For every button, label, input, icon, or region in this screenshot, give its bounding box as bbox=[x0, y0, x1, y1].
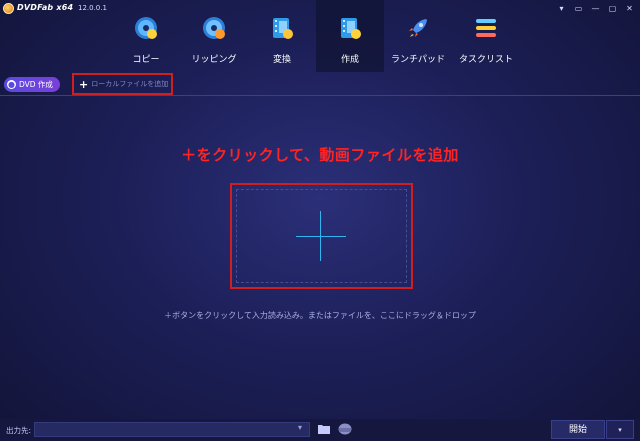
add-plus-icon-vertical[interactable] bbox=[320, 211, 321, 261]
close-icon[interactable]: ✕ bbox=[623, 3, 636, 14]
tab-launchpad[interactable]: ランチパッド bbox=[384, 0, 452, 72]
add-local-file-label: ローカルファイルを追加 bbox=[91, 80, 169, 88]
drop-hint-text: ＋ボタンをクリックして入力読み込み。またはファイルを、ここにドラッグ＆ドロップ bbox=[164, 311, 476, 320]
plus-icon: + bbox=[79, 77, 89, 91]
start-dropdown-icon[interactable]: ▾ bbox=[606, 420, 634, 439]
tab-label: 変換 bbox=[272, 55, 291, 65]
minimize-icon[interactable]: — bbox=[589, 3, 602, 14]
tab-label: ランチパッド bbox=[390, 55, 445, 65]
task-list-icon bbox=[476, 19, 496, 37]
dvd-create-label: DVD 作成 bbox=[19, 80, 53, 89]
iso-disc-icon[interactable] bbox=[338, 423, 352, 435]
dvd-create-button[interactable]: ● DVD 作成 bbox=[4, 77, 60, 92]
copy-disc-icon bbox=[135, 17, 157, 39]
tab-label: コピー bbox=[132, 55, 160, 65]
ripper-disc-icon bbox=[203, 17, 225, 39]
tab-label: 作成 bbox=[340, 55, 359, 65]
dvdfab-logo-icon bbox=[3, 3, 14, 14]
tab-copy[interactable]: コピー bbox=[112, 0, 180, 72]
maximize-icon[interactable]: ▢ bbox=[606, 3, 619, 14]
output-label: 出力先: bbox=[6, 426, 32, 435]
tab-converter[interactable]: 変換 bbox=[248, 0, 316, 72]
converter-film-icon bbox=[273, 18, 293, 39]
output-path-field[interactable] bbox=[34, 422, 310, 437]
window-controls: ▾ ▭ — ▢ ✕ bbox=[555, 3, 636, 14]
start-button[interactable]: 開始 bbox=[551, 420, 605, 439]
settings-icon[interactable]: ▭ bbox=[572, 3, 585, 14]
app-name: DVDFab x64 bbox=[17, 3, 74, 12]
instruction-text: ＋をクリックして、動画ファイルを追加 bbox=[181, 146, 459, 164]
tab-creator[interactable]: 作成 bbox=[316, 0, 384, 72]
module-tabs: コピー リッピング 変換 作成 ランチパッド タスクリスト bbox=[112, 0, 520, 72]
folder-icon[interactable] bbox=[318, 424, 330, 434]
tab-label: タスクリスト bbox=[458, 55, 513, 65]
add-plus-icon-horizontal[interactable] bbox=[296, 236, 346, 237]
app-version: 12.0.0.1 bbox=[78, 4, 107, 12]
skin-icon[interactable]: ▾ bbox=[555, 3, 568, 14]
output-dropdown-icon[interactable]: ▾ bbox=[298, 423, 302, 432]
tab-label: リッピング bbox=[191, 55, 237, 65]
toolbar-divider bbox=[0, 95, 640, 96]
add-local-file-button[interactable]: + ローカルファイルを追加 bbox=[72, 73, 173, 95]
creator-film-icon bbox=[341, 18, 361, 39]
play-disc-icon: ● bbox=[7, 80, 16, 89]
rocket-icon bbox=[409, 19, 427, 37]
tab-ripper[interactable]: リッピング bbox=[180, 0, 248, 72]
tab-task-list[interactable]: タスクリスト bbox=[452, 0, 520, 72]
